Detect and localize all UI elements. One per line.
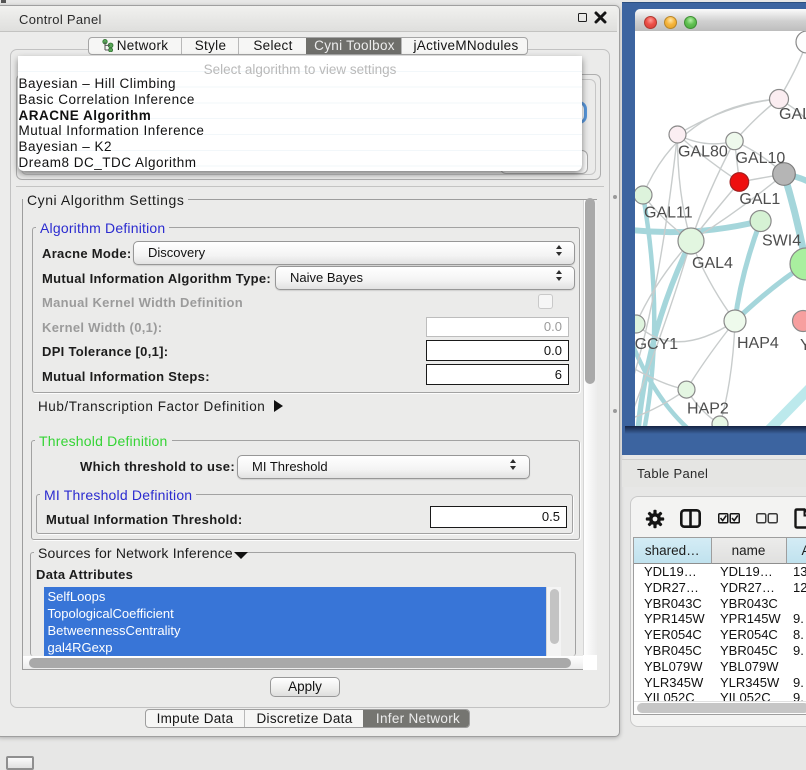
svg-text:GAL2: GAL2 [779,106,806,123]
svg-text:GAL1: GAL1 [739,191,780,208]
svg-text:HAP2: HAP2 [687,401,729,418]
svg-text:GAL4: GAL4 [692,255,733,272]
svg-text:HAP4: HAP4 [737,335,779,352]
svg-text:GAL80: GAL80 [678,144,728,161]
svg-text:GAL11: GAL11 [644,205,693,222]
svg-text:SWI4: SWI4 [762,233,801,250]
svg-text:GAL10: GAL10 [736,150,786,167]
svg-text:Y: Y [800,337,806,354]
svg-text:GCY1: GCY1 [635,336,678,353]
